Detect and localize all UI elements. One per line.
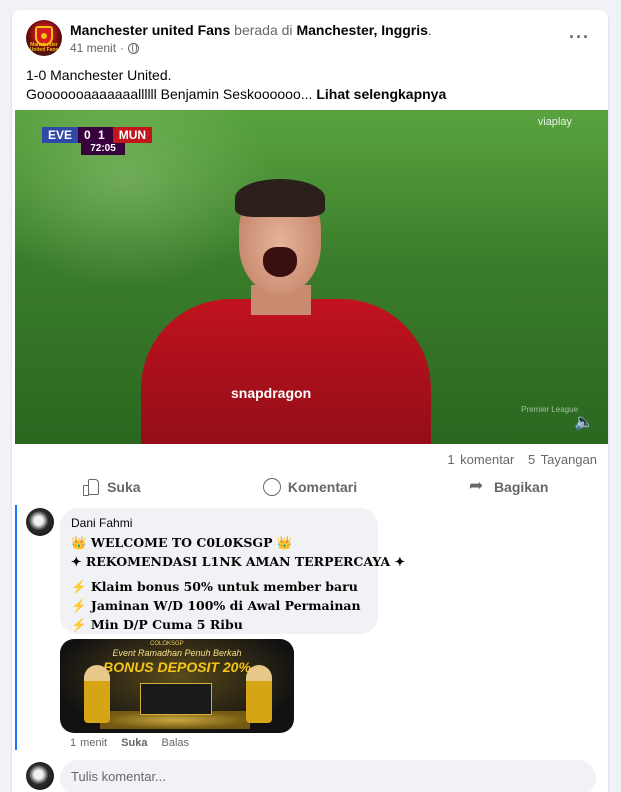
page-title-line: Manchester united Fans berada di Manches… [70,22,432,38]
commenter-avatar[interactable] [26,508,54,536]
comment-line: ⚡ Klaim bonus 50% untuk member baru [71,579,358,594]
comment-promo-image[interactable]: COLOKSGP Event Ramadhan Penuh Berkah BON… [60,639,294,733]
comment-line: 👑 WELCOME TO C0L0KSGP 👑 [71,535,293,550]
post-text-line1: 1-0 Manchester United. [26,67,172,83]
post-meta: 41 menit · [70,41,140,55]
post-text-line2: Gooooooaaaaaaallllll Benjamin Seskoooooo… [26,85,594,104]
comment-line: ⚡ Min D/P Cuma 5 Ribu [71,617,243,632]
share-arrow-icon [469,476,487,496]
player-hair [235,179,325,217]
share-label: Bagikan [493,479,549,495]
thumbs-up-icon [82,478,100,496]
like-label: Suka [107,479,141,495]
promo-line1: Event Ramadhan Penuh Berkah [112,648,242,658]
comment-input[interactable]: Tulis komentar... [60,760,596,792]
post-card: Manchester United Fans Manchester united… [12,10,608,792]
post-text-body: Gooooooaaaaaaallllll Benjamin Seskoooooo… [26,86,313,102]
post-time[interactable]: 41 menit [70,41,116,55]
comment-bubble-icon [262,478,281,496]
promo-info-box [140,683,212,715]
comment-like-link[interactable]: Suka [121,737,147,749]
comment-bubble: Dani Fahmi 👑 WELCOME TO C0L0KSGP 👑 ✦ REK… [60,508,406,634]
volume-icon[interactable]: 🔈 [574,412,594,432]
match-clock: 72:05 [81,143,125,155]
post-header: Manchester United Fans Manchester united… [26,20,594,64]
page-avatar[interactable]: Manchester United Fans [26,20,62,56]
character-figure [84,665,110,723]
avatar-caption: Manchester United Fans [29,42,59,53]
more-horizontal-icon[interactable]: ··· [569,28,590,46]
promo-logo: COLOKSGP [150,641,184,647]
home-team: EVE [42,127,79,143]
post-video[interactable]: EVE 0 1 MUN 72:05 viaplay snapdragon Pre… [15,110,608,444]
post-text: 1-0 Manchester United. Gooooooaaaaaaalll… [26,66,594,104]
comment-time[interactable]: 1 menit [70,737,107,749]
like-button[interactable]: Suka [12,474,211,500]
league-watermark: Premier League [521,405,578,414]
comment-reply-link[interactable]: Balas [162,737,190,749]
location-prefix: berada di [234,22,293,38]
action-bar: Suka Komentari Bagikan [12,474,608,500]
post-stats: 1 komentar 5 Tayangan [447,452,597,467]
thread-line [15,505,17,750]
globe-icon [128,42,140,54]
score: 0 1 [78,127,113,143]
comment-line: ✦ REKOMENDASI L1NK AMAN TERPERCAYA ✦ [71,554,406,569]
meta-separator: · [120,41,125,55]
comment-line: ⚡ Jaminan W/D 100% di Awal Permainan [71,598,361,613]
away-team: MUN [112,127,153,143]
current-user-avatar[interactable] [26,762,54,790]
comment-count[interactable]: 1 komentar [447,452,514,467]
location-link[interactable]: Manchester, Inggris [296,22,427,38]
comment-button[interactable]: Komentari [211,474,410,500]
view-count: 5 Tayangan [528,452,597,467]
comment-author[interactable]: Dani Fahmi [71,516,367,530]
see-more-link[interactable]: Lihat selengkapnya [316,86,446,102]
character-figure [246,665,272,723]
jersey-sponsor: snapdragon [231,385,312,401]
player-shirt [141,299,431,444]
scoreboard: EVE 0 1 MUN [42,127,153,143]
broadcaster-watermark: viaplay [537,116,572,128]
share-button[interactable]: Bagikan [409,474,608,500]
comment-footer: 1 menit Suka Balas [70,737,199,749]
player-image: snapdragon [141,179,431,444]
page-name[interactable]: Manchester united Fans [70,22,230,38]
player-mouth [263,247,297,277]
location-suffix: . [427,22,432,38]
comment-label: Komentari [287,479,358,495]
